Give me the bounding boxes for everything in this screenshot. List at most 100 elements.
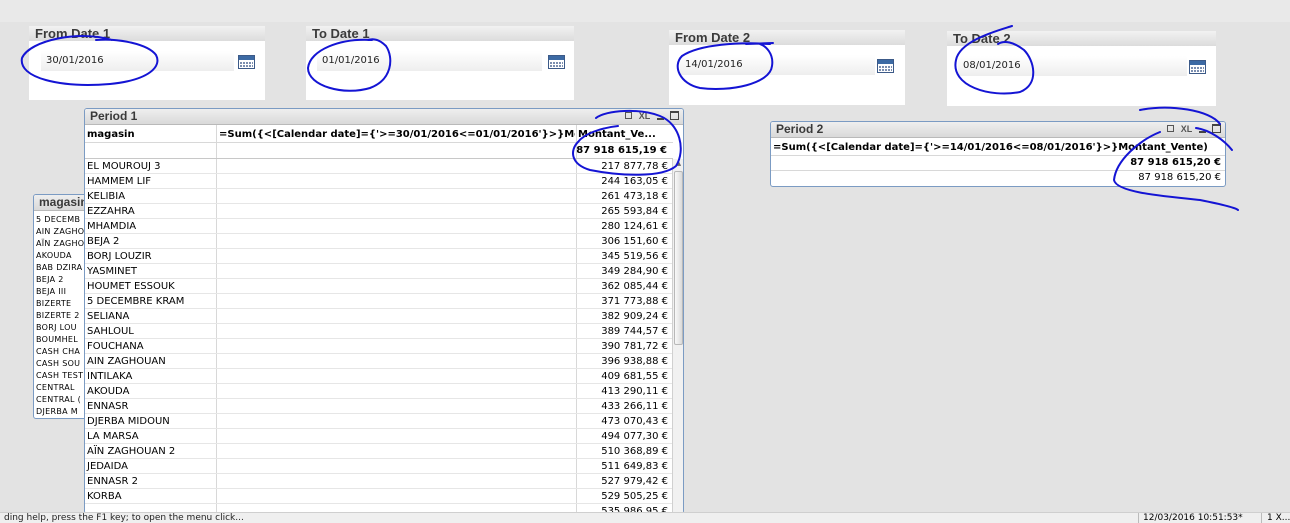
table-row[interactable]: EL MOUROUJ 3 217 877,78 €	[85, 159, 672, 174]
store-name[interactable]: LA MARSA	[87, 429, 139, 444]
store-name[interactable]: BEJA 2	[87, 234, 119, 249]
table-row[interactable]: HAMMEM LIF 244 163,05 €	[85, 174, 672, 189]
table-row[interactable]: ENNASR 433 266,11 €	[85, 399, 672, 414]
store-name[interactable]: DJERBA MIDOUN	[87, 414, 170, 429]
store-name[interactable]: INTILAKA	[87, 369, 132, 384]
sales-amount: 389 744,57 €	[601, 326, 668, 337]
calendar-icon[interactable]	[238, 55, 255, 69]
table-row[interactable]: AIN ZAGHOUAN 396 938,88 €	[85, 354, 672, 369]
list-item[interactable]: AÏN ZAGHO	[36, 238, 84, 250]
table-row[interactable]: LA MARSA 494 077,30 €	[85, 429, 672, 444]
list-item[interactable]: BOUMHEL	[36, 334, 78, 346]
table-row[interactable]: DJERBA MIDOUN 473 070,43 €	[85, 414, 672, 429]
vertical-scrollbar[interactable]: ▲	[672, 159, 683, 513]
period-1-total: 87 918 615,19 €	[576, 145, 667, 156]
table-row[interactable]: AKOUDA 413 290,11 €	[85, 384, 672, 399]
table-row[interactable]: BORJ LOUZIR 345 519,56 €	[85, 249, 672, 264]
calendar-icon[interactable]	[1189, 60, 1206, 74]
from-date-1-input[interactable]: 30/01/2016	[41, 51, 234, 71]
scroll-up-icon[interactable]: ▲	[674, 159, 683, 168]
table-row[interactable]: KORBA 529 505,25 €	[85, 489, 672, 504]
to-date-2-box: To Date 2 08/01/2016	[947, 31, 1216, 106]
xl-export-icon[interactable]: XL	[1181, 124, 1193, 135]
to-date-2-input[interactable]: 08/01/2016	[958, 56, 1187, 76]
table-row[interactable]: YASMINET 349 284,90 €	[85, 264, 672, 279]
store-name[interactable]: KORBA	[87, 489, 122, 504]
list-item[interactable]: BEJA III	[36, 286, 66, 298]
store-name[interactable]: HAMMEM LIF	[87, 174, 151, 189]
store-name[interactable]: 5 DECEMBRE KRAM	[87, 294, 184, 309]
sales-amount: 433 266,11 €	[601, 401, 668, 412]
list-item[interactable]: CENTRAL (	[36, 394, 81, 406]
table-row[interactable]: BEJA 2 306 151,60 €	[85, 234, 672, 249]
list-item[interactable]: 5 DECEMB	[36, 214, 80, 226]
column-header-montant[interactable]: Montant_Ve...	[578, 128, 672, 142]
store-name[interactable]: SAHLOUL	[87, 324, 134, 339]
table-row[interactable]: INTILAKA 409 681,55 €	[85, 369, 672, 384]
sales-amount: 306 151,60 €	[601, 236, 668, 247]
sales-amount: 280 124,61 €	[601, 221, 668, 232]
scrollbar-thumb[interactable]	[674, 171, 683, 345]
xl-export-icon[interactable]: XL	[639, 111, 651, 122]
sales-amount: 265 593,84 €	[601, 206, 668, 217]
list-item[interactable]: BAB DZIRA	[36, 262, 82, 274]
list-item[interactable]: CASH TEST	[36, 370, 83, 382]
table-row[interactable]: 5 DECEMBRE KRAM 371 773,88 €	[85, 294, 672, 309]
column-header-magasin[interactable]: magasin	[87, 128, 213, 142]
list-item[interactable]: DJERBA M	[36, 406, 78, 418]
store-name[interactable]: AIN ZAGHOUAN	[87, 354, 166, 369]
table-row[interactable]: AÏN ZAGHOUAN 2 510 368,89 €	[85, 444, 672, 459]
list-item[interactable]: CASH CHA	[36, 346, 80, 358]
store-name[interactable]: YASMINET	[87, 264, 137, 279]
column-header-expression[interactable]: =Sum({<[Calendar date]={'>=30/01/2016<=0…	[219, 128, 575, 142]
period-2-table: Period 2 XL =Sum({<[Calendar date]={'>=1…	[770, 121, 1226, 187]
sales-amount: 527 979,42 €	[601, 476, 668, 487]
store-name[interactable]: BORJ LOUZIR	[87, 249, 152, 264]
calendar-icon[interactable]	[548, 55, 565, 69]
store-name[interactable]: EZZAHRA	[87, 204, 135, 219]
list-item[interactable]: AIN ZAGHO	[36, 226, 84, 238]
store-name[interactable]: AÏN ZAGHOUAN 2	[87, 444, 175, 459]
table-row[interactable]: EZZAHRA 265 593,84 €	[85, 204, 672, 219]
calendar-icon[interactable]	[877, 59, 894, 73]
table-row[interactable]: FOUCHANA 390 781,72 €	[85, 339, 672, 354]
list-item[interactable]: BORJ LOU	[36, 322, 77, 334]
detach-icon[interactable]	[1167, 125, 1175, 132]
list-item[interactable]: AKOUDA	[36, 250, 72, 262]
store-name[interactable]: FOUCHANA	[87, 339, 144, 354]
store-name[interactable]: EL MOUROUJ 3	[87, 159, 161, 174]
period-1-title: Period 1 XL	[85, 109, 683, 125]
maximize-icon[interactable]	[1212, 124, 1221, 133]
list-item[interactable]: BIZERTE 2	[36, 310, 80, 322]
list-item[interactable]: CASH SOU	[36, 358, 80, 370]
to-date-1-title: To Date 1	[306, 26, 574, 41]
table-row[interactable]: MHAMDIA 280 124,61 €	[85, 219, 672, 234]
sales-amount: 510 368,89 €	[601, 446, 668, 457]
table-row[interactable]: KELIBIA 261 473,18 €	[85, 189, 672, 204]
minimize-icon[interactable]	[656, 118, 664, 120]
sales-amount: 362 085,44 €	[601, 281, 668, 292]
from-date-2-input[interactable]: 14/01/2016	[680, 55, 875, 75]
detach-icon[interactable]	[625, 112, 633, 119]
table-row[interactable]: SELIANA 382 909,24 €	[85, 309, 672, 324]
table-row[interactable]: ENNASR 2 527 979,42 €	[85, 474, 672, 489]
period-2-column-header[interactable]: =Sum({<[Calendar date]={'>=14/01/2016<=0…	[773, 141, 1223, 155]
store-name[interactable]: SELIANA	[87, 309, 129, 324]
minimize-icon[interactable]	[1198, 131, 1206, 133]
store-name[interactable]: ENNASR 2	[87, 474, 138, 489]
to-date-1-input[interactable]: 01/01/2016	[317, 51, 542, 71]
list-item[interactable]: BIZERTE	[36, 298, 71, 310]
store-name[interactable]: JEDAIDA	[87, 459, 128, 474]
sales-amount: 511 649,83 €	[601, 461, 668, 472]
list-item[interactable]: BEJA 2	[36, 274, 64, 286]
table-row[interactable]: JEDAIDA 511 649,83 €	[85, 459, 672, 474]
store-name[interactable]: MHAMDIA	[87, 219, 136, 234]
store-name[interactable]: HOUMET ESSOUK	[87, 279, 175, 294]
table-row[interactable]: SAHLOUL 389 744,57 €	[85, 324, 672, 339]
list-item[interactable]: CENTRAL	[36, 382, 75, 394]
store-name[interactable]: KELIBIA	[87, 189, 125, 204]
store-name[interactable]: ENNASR	[87, 399, 128, 414]
store-name[interactable]: AKOUDA	[87, 384, 129, 399]
table-row[interactable]: HOUMET ESSOUK 362 085,44 €	[85, 279, 672, 294]
maximize-icon[interactable]	[670, 111, 679, 120]
